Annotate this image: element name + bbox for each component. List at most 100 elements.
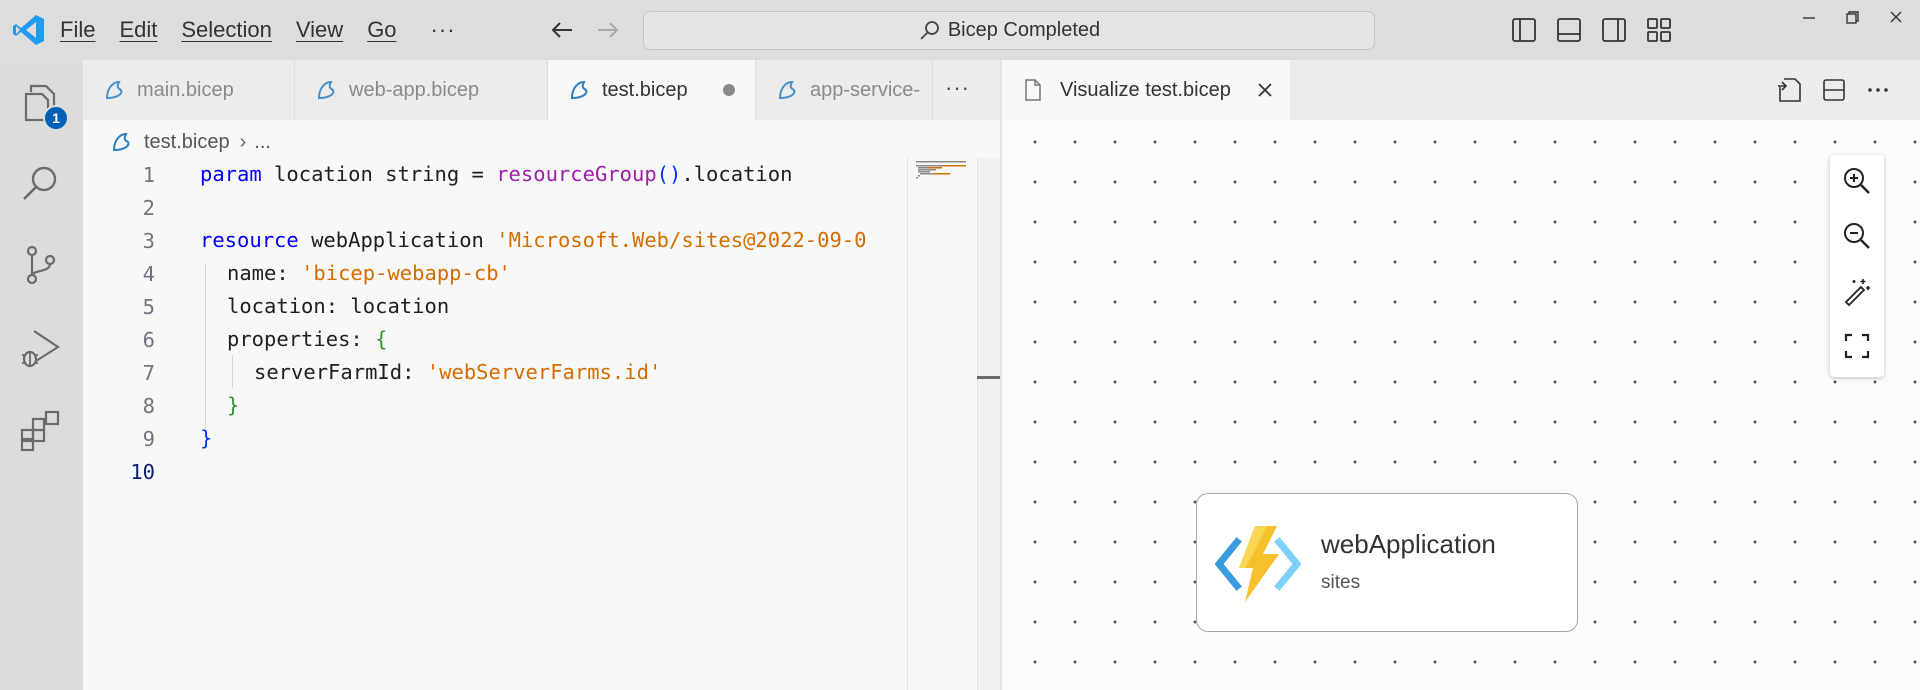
line-number: 10 — [130, 459, 155, 484]
indent-guide — [205, 263, 206, 431]
code-line: 5 location: location — [83, 290, 450, 323]
tab-label: test.bicep — [602, 78, 688, 101]
code-line: 4 name: 'bicep-webapp-cb' — [83, 257, 511, 290]
resource-node-webapplication[interactable]: webApplication sites — [1196, 493, 1578, 632]
tab-web-app-bicep[interactable]: web-app.bicep — [295, 60, 548, 120]
bicep-file-icon — [317, 80, 335, 100]
line-number: 9 — [142, 426, 155, 451]
code-line: 2 — [83, 191, 155, 224]
code-token: .location — [681, 162, 793, 186]
search-icon[interactable] — [18, 160, 64, 206]
minimap-preview — [916, 161, 966, 179]
unsaved-dot-icon[interactable] — [723, 84, 735, 96]
code-editor[interactable]: 1 param location string = resourceGroup(… — [83, 158, 908, 690]
code-token: 'Microsoft.Web/sites@2022-09-0 — [496, 228, 867, 252]
tab-label: main.bicep — [137, 78, 234, 101]
toggle-panel-icon[interactable] — [1553, 14, 1585, 46]
bicep-file-icon — [105, 80, 123, 100]
menu-go[interactable]: Go — [367, 17, 396, 43]
visualizer-actions — [1775, 75, 1907, 105]
scrollbar-cursor-marker — [977, 376, 1000, 379]
close-window-icon[interactable] — [1884, 8, 1908, 28]
breadcrumb-more[interactable]: ... — [254, 131, 271, 154]
node-title: webApplication — [1321, 529, 1496, 559]
source-control-icon[interactable] — [18, 242, 64, 288]
code-line: 3 resource webApplication 'Microsoft.Web… — [83, 224, 867, 257]
line-number: 8 — [142, 393, 155, 418]
line-number: 5 — [142, 294, 155, 319]
code-line: 9 } — [83, 422, 213, 455]
editor-scrollbar[interactable] — [977, 158, 1000, 690]
graph-zoom-toolbar — [1830, 155, 1884, 377]
fit-view-icon[interactable] — [1841, 330, 1873, 362]
menu-bar: File Edit Selection View Go ··· — [60, 0, 456, 60]
menu-view[interactable]: View — [296, 17, 343, 43]
code-token: param — [200, 162, 262, 186]
menu-file[interactable]: File — [60, 17, 95, 43]
toggle-secondary-sidebar-icon[interactable] — [1598, 14, 1630, 46]
editor-tab-bar: main.bicep web-app.bicep test.bicep app-… — [83, 60, 1000, 120]
code-token: 'bicep-webapp-cb' — [301, 261, 511, 285]
zoom-in-icon[interactable] — [1841, 165, 1873, 197]
function-app-icon — [1215, 526, 1301, 602]
tab-main-bicep[interactable]: main.bicep — [83, 60, 295, 120]
command-center[interactable]: Bicep Completed — [643, 11, 1375, 50]
code-token: } — [227, 393, 240, 417]
tab-visualize-test-bicep[interactable]: Visualize test.bicep — [1002, 60, 1290, 120]
minimap[interactable] — [907, 158, 977, 690]
line-number: 4 — [142, 261, 155, 286]
tab-app-service[interactable]: app-service- — [756, 60, 933, 120]
code-line: 8 } — [83, 389, 240, 422]
zoom-out-icon[interactable] — [1841, 220, 1873, 252]
forward-arrow-icon[interactable] — [592, 14, 624, 46]
bicep-file-icon — [778, 80, 796, 100]
breadcrumb-file[interactable]: test.bicep — [144, 131, 230, 154]
command-center-text: Bicep Completed — [947, 19, 1101, 41]
menu-more-button[interactable]: ··· — [431, 17, 456, 43]
code-token: serverFarmId: — [254, 360, 427, 384]
extensions-icon[interactable] — [18, 408, 64, 454]
code-token: properties: — [227, 327, 376, 351]
bicep-file-icon — [570, 80, 588, 100]
bicep-file-icon — [112, 132, 130, 152]
toggle-primary-sidebar-icon[interactable] — [1508, 14, 1540, 46]
open-source-icon[interactable] — [1775, 75, 1805, 105]
close-tab-icon[interactable] — [1254, 79, 1276, 101]
file-icon — [1025, 79, 1041, 101]
title-bar: File Edit Selection View Go ··· Bicep Co… — [0, 0, 1920, 60]
run-debug-icon[interactable] — [18, 325, 64, 371]
node-subtitle: sites — [1321, 572, 1361, 593]
minimize-icon[interactable] — [1797, 8, 1821, 28]
customize-layout-icon[interactable] — [1643, 14, 1675, 46]
code-token: location string = — [261, 162, 497, 186]
code-token: location: location — [227, 294, 450, 318]
tab-label: app-service- — [810, 78, 921, 101]
more-actions-icon[interactable] — [1863, 75, 1893, 105]
activity-bar — [0, 60, 83, 690]
code-line: 1 param location string = resourceGroup(… — [83, 158, 793, 191]
code-token: { — [375, 327, 388, 351]
back-arrow-icon[interactable] — [546, 14, 578, 46]
tab-label: Visualize test.bicep — [1060, 78, 1231, 101]
split-editor-icon[interactable] — [1819, 75, 1849, 105]
code-line: 7 serverFarmId: 'webServerFarms.id' — [83, 356, 662, 389]
code-token: name: — [227, 261, 302, 285]
breadcrumb-separator: › — [239, 130, 247, 153]
auto-layout-wand-icon[interactable] — [1841, 275, 1873, 307]
code-token: webApplication — [298, 228, 497, 252]
layout-controls — [1508, 14, 1688, 46]
line-number: 6 — [142, 327, 155, 352]
code-token: resource — [200, 228, 299, 252]
breadcrumb: test.bicep › ... — [110, 127, 271, 157]
line-number: 1 — [142, 162, 155, 187]
tabs-more-button[interactable]: ··· — [945, 75, 970, 101]
line-number: 3 — [142, 228, 155, 253]
code-token: } — [200, 426, 213, 450]
restore-icon[interactable] — [1840, 8, 1864, 28]
code-token: resourceGroup — [496, 162, 657, 186]
tab-test-bicep[interactable]: test.bicep — [548, 60, 756, 120]
code-line: 6 properties: { — [83, 323, 388, 356]
menu-selection[interactable]: Selection — [181, 17, 272, 43]
line-number: 2 — [142, 195, 155, 220]
menu-edit[interactable]: Edit — [119, 17, 157, 43]
